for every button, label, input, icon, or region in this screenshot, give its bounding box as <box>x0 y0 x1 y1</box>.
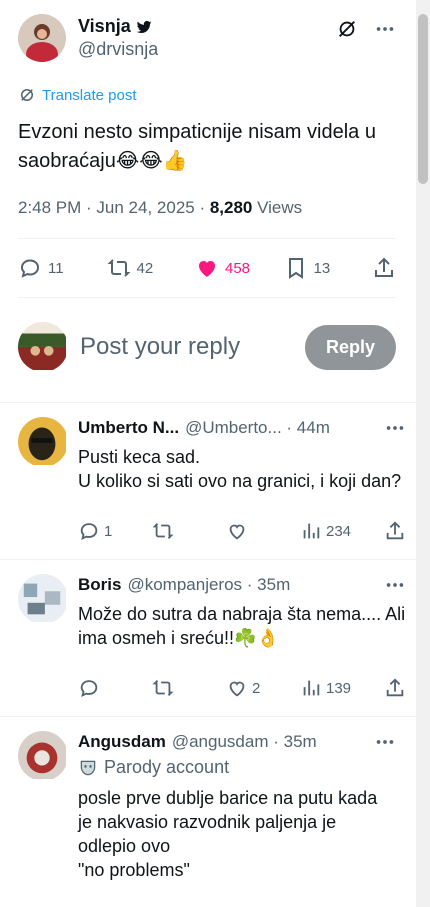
share-icon <box>386 521 404 540</box>
reply-button[interactable]: Reply <box>304 324 396 370</box>
scrollbar[interactable] <box>416 0 430 907</box>
reply-author-handle[interactable]: @kompanjeros <box>127 575 242 594</box>
post-time[interactable]: 2:48 PM <box>18 198 81 217</box>
like-action[interactable]: 2 <box>226 677 300 699</box>
repost-icon <box>152 680 174 696</box>
heart-icon <box>229 681 245 697</box>
reply-action[interactable]: 1 <box>78 520 152 542</box>
reply-input[interactable]: Post your reply <box>80 333 305 361</box>
grok-icon[interactable] <box>336 18 358 40</box>
repost-icon <box>107 259 130 277</box>
repost-action[interactable] <box>152 677 226 699</box>
post-text: Evzoni nesto simpaticnije nisam videla u… <box>18 121 376 172</box>
reply-action[interactable]: 11 <box>18 256 107 280</box>
like-action[interactable] <box>226 520 300 542</box>
reply-time[interactable]: 35m <box>257 575 290 594</box>
reply-time[interactable]: 35m <box>284 732 317 751</box>
reply-author-name[interactable]: Angusdam <box>78 732 166 752</box>
heart-icon <box>229 524 245 540</box>
parody-mask-icon <box>80 760 96 775</box>
reply-author-name[interactable]: Boris <box>78 575 121 595</box>
reply-actions: 2 139 <box>78 660 406 716</box>
share-action[interactable] <box>384 677 406 699</box>
author-avatar[interactable] <box>18 14 66 62</box>
author-handle[interactable]: @drvisnja <box>78 39 336 60</box>
translate-icon <box>21 89 33 101</box>
post-date[interactable]: Jun 24, 2025 <box>96 198 194 217</box>
reply-avatar[interactable] <box>18 731 68 781</box>
views-action[interactable]: 234 <box>300 520 384 542</box>
reply-author-name[interactable]: Umberto N... <box>78 418 179 438</box>
more-icon[interactable] <box>374 731 396 753</box>
reply-item[interactable]: Umberto N... @Umberto... · 44m Pusti kec… <box>0 403 416 560</box>
reply-time[interactable]: 44m <box>297 418 330 437</box>
like-action[interactable]: 458 <box>195 256 284 280</box>
share-icon <box>386 678 404 697</box>
bird-icon <box>136 20 152 33</box>
more-icon[interactable] <box>374 18 396 40</box>
translate-post-link[interactable]: Translate post <box>18 86 396 104</box>
post-actions: 11 42 458 13 <box>18 239 396 297</box>
reply-author-handle[interactable]: @Umberto... <box>185 418 282 437</box>
reply-avatar[interactable] <box>18 574 68 624</box>
reply-avatar[interactable] <box>18 417 68 467</box>
share-icon <box>375 257 393 277</box>
reply-icon <box>80 680 98 697</box>
views-action[interactable]: 139 <box>300 677 384 699</box>
views-icon <box>303 680 320 696</box>
reply-author-handle[interactable]: @angusdam <box>172 732 269 751</box>
scrollbar-thumb[interactable] <box>418 14 428 184</box>
repost-icon <box>152 523 174 539</box>
reply-action[interactable] <box>78 677 152 699</box>
views-count: 8,280 <box>209 198 253 217</box>
share-action[interactable] <box>372 256 396 280</box>
author-name[interactable]: Visnja <box>78 16 336 37</box>
more-icon[interactable] <box>384 574 406 596</box>
bookmark-action[interactable]: 13 <box>284 256 373 280</box>
repost-action[interactable]: 42 <box>107 256 196 280</box>
main-post: Visnja @drvisnja Translate post Evzoni n… <box>0 0 416 298</box>
reply-actions: 1 234 <box>78 503 406 559</box>
reply-text: Pusti keca sad. U koliko si sati ovo na … <box>78 447 402 491</box>
views-label: Views <box>257 198 303 217</box>
reply-item[interactable]: Boris @kompanjeros · 35m Može do sutra d… <box>0 560 416 717</box>
repost-action[interactable] <box>152 520 226 542</box>
views-icon <box>303 523 320 539</box>
my-avatar[interactable] <box>18 322 68 372</box>
reply-text: Može do sutra da nabraja šta nema.... Al… <box>78 604 406 648</box>
more-icon[interactable] <box>384 417 406 439</box>
parody-badge: Parody account <box>78 757 396 778</box>
heart-filled-icon <box>199 261 215 277</box>
share-action[interactable] <box>384 520 406 542</box>
thread: Visnja @drvisnja Translate post Evzoni n… <box>0 0 416 882</box>
bookmark-icon <box>288 258 303 279</box>
post-meta: 2:48 PM · Jun 24, 2025 · 8,280 Views <box>18 198 303 217</box>
reply-item[interactable]: Angusdam @angusdam · 35m Parody account … <box>0 717 416 882</box>
reply-text: posle prve dublje barice na putu kada je… <box>78 788 378 880</box>
divider <box>18 297 396 298</box>
reply-icon <box>20 259 40 278</box>
reply-icon <box>80 523 98 540</box>
reply-composer: Post your reply Reply <box>0 306 416 388</box>
